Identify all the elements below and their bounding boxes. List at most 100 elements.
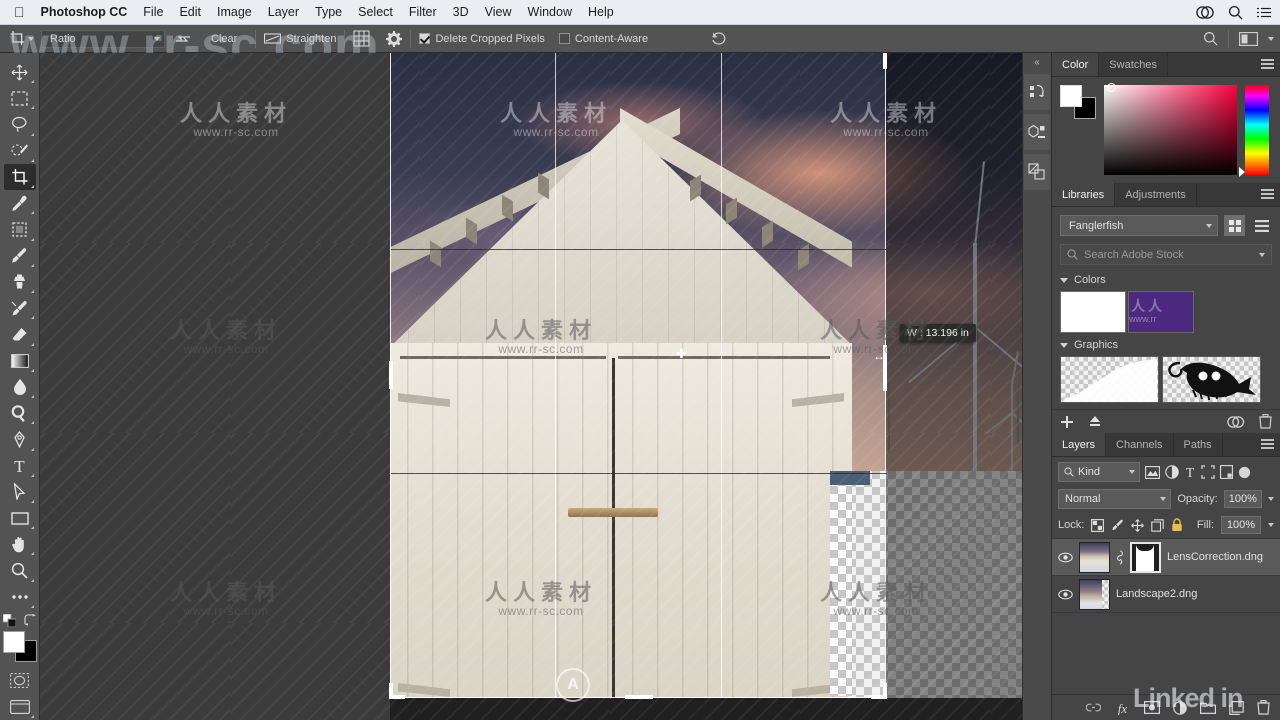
reset-icon[interactable] (710, 31, 727, 46)
menu-item-3d[interactable]: 3D (453, 5, 469, 19)
chevron-down-icon[interactable] (1268, 36, 1274, 41)
chevron-down-icon[interactable] (1268, 523, 1274, 527)
menu-item-help[interactable]: Help (588, 5, 614, 19)
clone-stamp-tool[interactable] (4, 269, 36, 295)
add-mask-icon[interactable] (1144, 701, 1160, 714)
panel-menu-icon[interactable] (1261, 189, 1274, 201)
crop-ratio-select[interactable]: Ratio (41, 29, 165, 48)
type-tool[interactable]: T (4, 453, 36, 479)
brush-tool[interactable] (4, 243, 36, 269)
upload-icon[interactable] (1088, 415, 1102, 429)
creative-cloud-icon[interactable] (1196, 6, 1214, 19)
menu-item-image[interactable]: Image (217, 5, 252, 19)
tab-swatches[interactable]: Swatches (1099, 53, 1168, 76)
hue-slider-marker[interactable] (1239, 167, 1245, 177)
foreground-background-color-swatches[interactable] (2, 630, 37, 662)
chevron-down-icon[interactable] (28, 36, 34, 41)
layer-thumbnail[interactable] (1079, 541, 1110, 573)
list-icon[interactable] (1257, 7, 1272, 19)
chevron-down-icon[interactable] (1268, 497, 1274, 501)
creative-cloud-icon[interactable] (1227, 415, 1245, 428)
filter-shape-icon[interactable] (1201, 465, 1215, 479)
active-tool-preset-picker[interactable] (6, 29, 37, 48)
section-colors-header[interactable]: Colors (1060, 274, 1272, 286)
filter-smart-object-icon[interactable] (1220, 465, 1233, 479)
foreground-color-swatch[interactable] (2, 630, 25, 653)
new-group-icon[interactable] (1200, 701, 1216, 714)
swap-colors-icon[interactable] (23, 614, 37, 627)
gradient-tool[interactable] (4, 348, 36, 374)
section-graphics-header[interactable]: Graphics (1060, 339, 1272, 351)
quick-selection-tool[interactable] (4, 138, 36, 164)
dodge-tool[interactable] (4, 400, 36, 426)
layer-visibility-toggle[interactable] (1058, 589, 1073, 600)
crop-tool[interactable] (3, 163, 36, 191)
pen-tool[interactable] (4, 426, 36, 452)
list-view-icon[interactable] (1251, 215, 1272, 236)
straighten-icon[interactable] (264, 32, 282, 45)
opacity-input[interactable]: 100% (1223, 490, 1262, 508)
clear-crop-button[interactable]: Clear (211, 33, 237, 45)
fx-icon[interactable]: fx (1114, 701, 1131, 715)
menu-item-layer[interactable]: Layer (268, 5, 299, 19)
grid-view-icon[interactable] (1224, 215, 1245, 236)
history-panel-button[interactable] (1024, 74, 1050, 110)
rectangle-tool[interactable] (4, 505, 36, 531)
menu-item-file[interactable]: File (143, 5, 163, 19)
frame-tool[interactable] (4, 216, 36, 242)
library-select[interactable]: Fanglerfish (1060, 215, 1218, 236)
chevron-down-icon[interactable] (1259, 252, 1265, 257)
layer-name[interactable]: LensCorrection.dng (1167, 551, 1263, 563)
3d-properties-panel-button[interactable] (1024, 114, 1050, 150)
menu-item-view[interactable]: View (485, 5, 512, 19)
default-colors-icon[interactable] (2, 613, 16, 627)
color-picker-marker[interactable] (1107, 83, 1116, 92)
collapse-panels-icon[interactable]: « (1034, 57, 1040, 68)
layer-name[interactable]: Landscape2.dng (1116, 588, 1197, 600)
layer-mask-thumbnail[interactable] (1130, 541, 1161, 573)
lasso-tool[interactable] (4, 111, 36, 137)
quick-mask-toggle[interactable] (4, 668, 36, 694)
content-aware-checkbox[interactable]: Content-Aware (558, 33, 648, 45)
crop-handle-bottom-left[interactable] (389, 683, 393, 699)
filter-adjustment-icon[interactable] (1165, 465, 1179, 479)
lock-all-icon[interactable] (1171, 518, 1183, 532)
menu-item-filter[interactable]: Filter (409, 5, 437, 19)
crop-bounding-box[interactable]: ✚ (389, 53, 887, 699)
workspace-icon[interactable] (1239, 31, 1258, 46)
layer-comps-panel-button[interactable] (1024, 154, 1050, 190)
screen-mode-toggle[interactable] (4, 694, 36, 720)
new-layer-icon[interactable] (1229, 700, 1244, 715)
layer-row-landscape2[interactable]: Landscape2.dng (1052, 576, 1280, 613)
filter-type-icon[interactable]: T (1184, 465, 1196, 479)
tab-paths[interactable]: Paths (1174, 433, 1223, 456)
tab-channels[interactable]: Channels (1106, 433, 1174, 456)
layer-thumbnail[interactable] (1079, 578, 1110, 610)
delete-layer-icon[interactable] (1257, 700, 1270, 715)
color-swatch-white[interactable] (1060, 291, 1126, 333)
lock-image-pixels-icon[interactable] (1111, 519, 1124, 532)
color-panel-foreground-swatch[interactable] (1060, 85, 1082, 107)
panel-menu-icon[interactable] (1261, 439, 1274, 451)
layer-filter-kind-select[interactable]: Kind (1058, 462, 1140, 482)
hue-slider[interactable] (1239, 85, 1269, 177)
fill-input[interactable]: 100% (1221, 516, 1261, 534)
tab-color[interactable]: Color (1052, 53, 1100, 76)
crop-handle-left-middle[interactable] (389, 361, 393, 389)
menu-item-type[interactable]: Type (315, 5, 342, 19)
canvas-area[interactable]: ✚ W : 13.196 in ↔ 人人素材 www.rr-sc.com 人人素材… (40, 53, 1052, 720)
tab-layers[interactable]: Layers (1052, 433, 1107, 456)
straighten-button[interactable]: Straighten (286, 33, 336, 45)
swap-width-height-icon[interactable] (175, 32, 191, 46)
apple-icon[interactable]:  (14, 5, 25, 19)
crop-overlay-grid-icon[interactable] (353, 30, 370, 47)
lock-position-icon[interactable] (1131, 518, 1145, 532)
graphic-thumbnail-anglerfish[interactable] (1162, 356, 1261, 403)
layer-visibility-toggle[interactable] (1058, 552, 1073, 563)
crop-handle-bottom-right[interactable] (883, 683, 887, 699)
color-spectrum-field[interactable] (1104, 83, 1237, 175)
color-panel-fg-bg[interactable] (1060, 85, 1096, 119)
gear-icon[interactable] (386, 30, 403, 47)
crop-handle-bottom-center[interactable] (625, 695, 653, 699)
crop-handle-top-right[interactable] (883, 53, 887, 69)
